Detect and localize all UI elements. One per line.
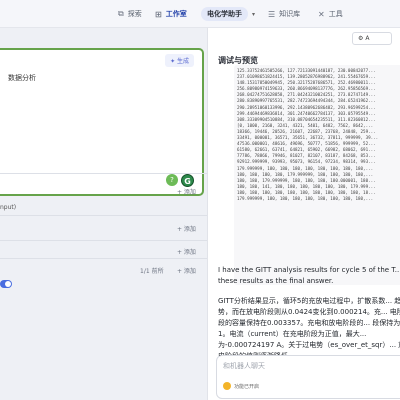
generate-button[interactable]: ✦ 生成 [165,54,194,67]
chevron-down-icon: ▾ [252,10,256,18]
add-variable-button[interactable]: + 添加 [177,187,196,196]
nav-explore-label: 探索 [127,10,142,18]
nav-studio[interactable]: ⊞ 工作室 [155,6,187,22]
chat-input[interactable]: 和机器人聊天 功能已开启 [216,355,400,399]
voice-label: 功能已开启 [234,383,260,390]
nav-app-selector[interactable]: 电化学助手 ▾ [201,6,255,22]
config-pane: ✦ 生成 数据分析 ? G + 添加 nput) + 添加 + 添加 1/1 前… [0,28,207,400]
code-lines: 125.33752461505266, 127.72133091440187, … [237,68,400,202]
add-item-button[interactable]: + 添加 [177,266,196,275]
voice-icon [223,382,231,390]
pagination-label: 1/1 前所 [140,268,164,275]
nav-knowledge[interactable]: ☰ 知识库 [268,6,300,22]
model-label: A [365,35,370,42]
knowledge-icon: ☰ [268,9,276,19]
code-line: 180, 180, 179.999999, 180, 180, 180, 180… [237,177,376,183]
divider [0,173,207,174]
code-line: 179.999999, 180, 180, 180, 180, 180, 180… [237,195,374,201]
tool-output-block: 125.33752461505266, 127.72133091440187, … [234,65,400,285]
debug-preview-pane: ⚙ A 调试与预览 125.33752461505266, 127.721330… [207,28,400,400]
code-line: 280.83890997765531, 282.74723694494344, … [237,98,376,104]
nav-explore[interactable]: ⧉ 探索 [118,6,142,22]
divider [0,258,207,259]
add-context-button[interactable]: + 添加 [177,224,196,233]
feature-toggle[interactable] [0,280,12,288]
nav-studio-label: 工作室 [165,10,187,18]
nav-knowledge-label: 知识库 [279,10,301,18]
tools-icon: ✕ [318,9,325,19]
voice-toggle[interactable]: 功能已开启 [223,382,259,390]
code-line: 92912.999999, 93993, 95073, 96154, 97234… [237,159,376,165]
grammar-check-icon[interactable]: G [181,174,194,187]
nav-tools-label: 工具 [328,10,343,18]
code-line: 290.28951060133996, 292.14380962686482, … [237,104,376,110]
model-selector[interactable]: ⚙ A [352,32,392,45]
variable-hint: nput) [0,204,17,211]
studio-icon: ⊞ [155,9,162,19]
chat-input-placeholder: 和机器人聊天 [223,362,265,370]
top-navigation: ⧉ 探索 ⊞ 工作室 电化学助手 ▾ ☰ 知识库 ✕ 工具 [0,0,400,28]
help-icon[interactable]: ? [166,174,178,186]
divider [0,240,207,241]
explore-icon: ⧉ [118,9,124,18]
assistant-answer-en: I have the GITT analysis results for cyc… [218,266,400,285]
app-selector-label: 电化学助手 [201,7,248,21]
code-line: 299.44694469836814, 301.24740662784137, … [237,110,376,116]
prompt-text[interactable]: 数据分析 [8,73,36,83]
code-line: 308.33309904510884, 310.08704654235511, … [237,116,376,122]
add-section-button[interactable]: + 添加 [177,247,196,256]
divider [0,215,207,216]
nav-tools[interactable]: ✕ 工具 [318,6,343,22]
assistant-answer-zh: GITT分析结果显示，循环5的充放电过程中，扩散系数... 趋势，而在放电阶段则… [218,297,400,360]
code-line: 180, 180, 141, 180, 180, 180, 180, 180, … [237,183,376,189]
model-settings-icon: ⚙ [358,35,364,42]
